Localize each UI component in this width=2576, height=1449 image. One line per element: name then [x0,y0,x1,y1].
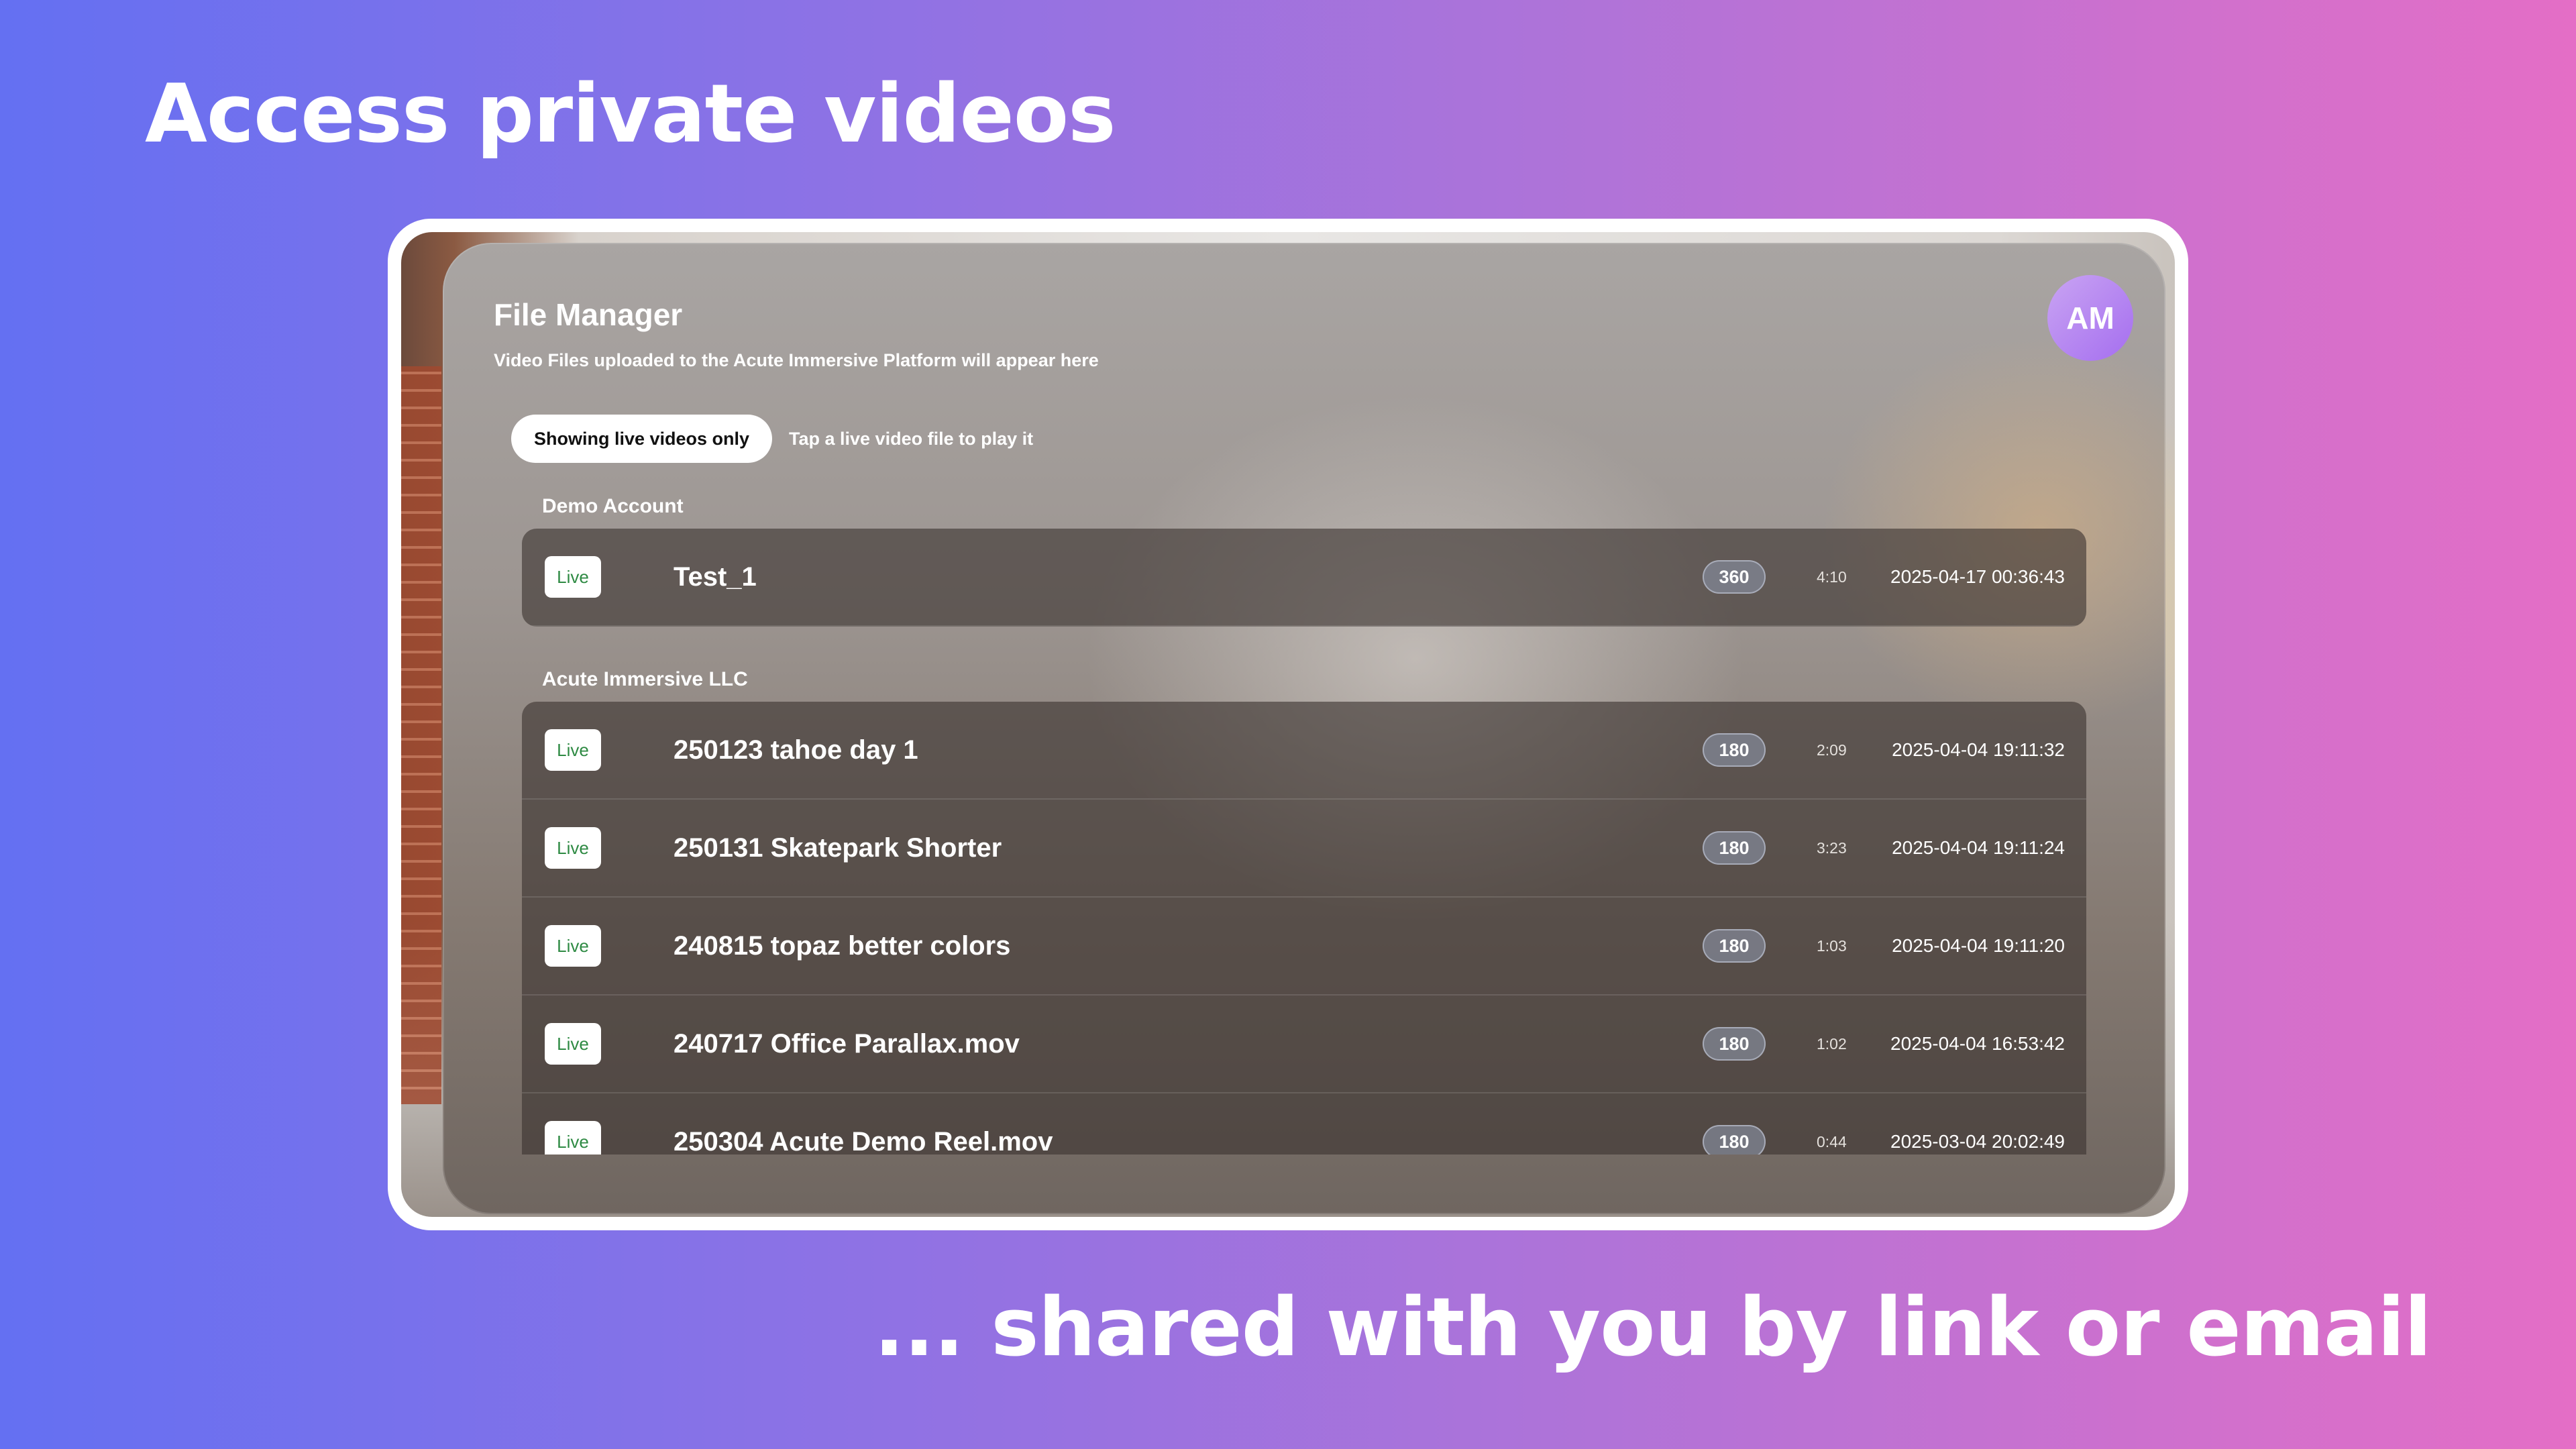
format-badge: 180 [1703,929,1766,963]
headline: Access private videos [145,68,1116,161]
file-row[interactable]: Live 240717 Office Parallax.mov 180 1:02… [522,996,2086,1093]
file-date: 2025-04-04 16:53:42 [1890,1033,2065,1054]
file-row[interactable]: Live 250304 Acute Demo Reel.mov 180 0:44… [522,1093,2086,1155]
format-badge: 180 [1703,831,1766,865]
file-list-demo-account: Live Test_1 360 4:10 2025-04-17 00:36:43 [522,529,2086,627]
subline: ... shared with you by link or email [873,1281,2432,1375]
format-badge: 180 [1703,1125,1766,1155]
file-duration: 3:23 [1817,839,1847,857]
avatar[interactable]: AM [2047,275,2133,361]
device-frame: File Manager Video Files uploaded to the… [388,219,2188,1230]
page-subtitle: Video Files uploaded to the Acute Immers… [494,350,1099,370]
file-list-acute-immersive: Live 250123 tahoe day 1 180 2:09 2025-04… [522,702,2086,1155]
file-date: 2025-04-17 00:36:43 [1890,566,2065,587]
filter-hint: Tap a live video file to play it [789,428,1034,449]
file-date: 2025-04-04 19:11:20 [1892,935,2065,956]
immersive-background: File Manager Video Files uploaded to the… [401,232,2175,1217]
file-duration: 4:10 [1817,568,1847,586]
file-name: 240815 topaz better colors [674,930,1011,961]
file-name: 250123 tahoe day 1 [674,735,918,765]
live-badge: Live [545,1023,601,1065]
file-name: 240717 Office Parallax.mov [674,1028,1020,1059]
file-manager-window: File Manager Video Files uploaded to the… [443,243,2165,1214]
file-name: 250304 Acute Demo Reel.mov [674,1126,1053,1155]
live-filter-toggle[interactable]: Showing live videos only [511,415,773,463]
file-row[interactable]: Live 250131 Skatepark Shorter 180 3:23 2… [522,800,2086,898]
file-duration: 0:44 [1817,1132,1847,1150]
file-duration: 1:02 [1817,1034,1847,1053]
group-label-demo-account: Demo Account [542,495,684,517]
file-date: 2025-04-04 19:11:24 [1892,837,2065,858]
file-duration: 2:09 [1817,741,1847,759]
live-badge: Live [545,1121,601,1155]
brick-wall [401,366,441,1104]
group-label-acute-immersive: Acute Immersive LLC [542,668,748,690]
file-row[interactable]: Live 250123 tahoe day 1 180 2:09 2025-04… [522,702,2086,800]
file-date: 2025-03-04 20:02:49 [1890,1131,2065,1152]
page-title: File Manager [494,297,683,332]
format-badge: 180 [1703,1027,1766,1061]
file-duration: 1:03 [1817,936,1847,955]
live-badge: Live [545,556,601,598]
file-row[interactable]: Live 240815 topaz better colors 180 1:03… [522,898,2086,996]
live-badge: Live [545,827,601,869]
file-date: 2025-04-04 19:11:32 [1892,739,2065,760]
format-badge: 180 [1703,733,1766,767]
live-badge: Live [545,729,601,771]
live-badge: Live [545,925,601,967]
file-name: Test_1 [674,561,757,592]
file-row[interactable]: Live Test_1 360 4:10 2025-04-17 00:36:43 [522,529,2086,627]
format-badge: 360 [1703,560,1766,594]
file-name: 250131 Skatepark Shorter [674,833,1002,863]
